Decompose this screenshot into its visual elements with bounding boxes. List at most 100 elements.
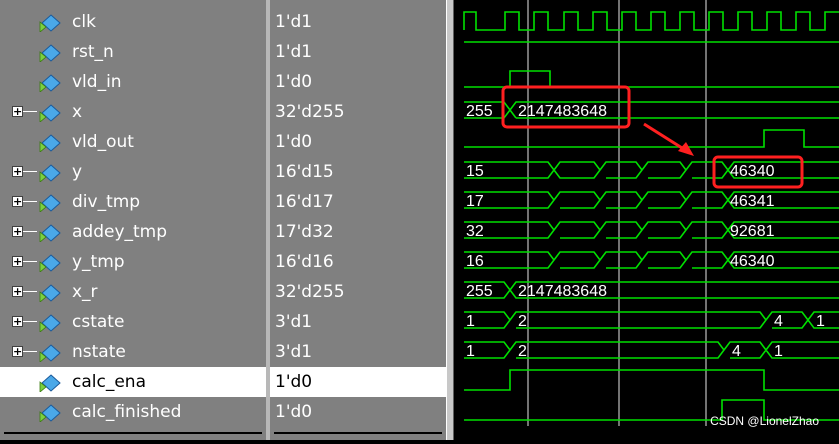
signal-value-panel: 1'd1 1'd1 1'd0 32'd255 1'd0 16'd15 16'd17 17'd3… (270, 0, 446, 440)
wave-addey_tmp (464, 221, 839, 239)
waveform-panel: 255 2147483648 15 46340 17 46341 32 9268… (454, 0, 839, 440)
signal-name: x_r (72, 282, 98, 302)
wave-label: 32 (466, 223, 484, 240)
signal-icon (38, 134, 64, 153)
signal-name-row[interactable]: calc_finished (0, 397, 266, 427)
signal-name-row[interactable]: + nstate (0, 337, 266, 367)
wave-label: 2147483648 (518, 103, 607, 120)
signal-value: 1'd1 (275, 12, 313, 32)
wave-label: 2 (518, 313, 527, 330)
signal-name: addey_tmp (72, 222, 168, 242)
wave-clk (463, 11, 839, 31)
expand-toggle-icon[interactable]: + (12, 346, 23, 357)
signal-value-row[interactable]: 16'd15 (270, 157, 446, 187)
signal-name-row[interactable]: + addey_tmp (0, 217, 266, 247)
panel-splitter-wave[interactable] (446, 0, 454, 440)
signal-value: 1'd0 (275, 372, 313, 392)
tree-connector (23, 231, 37, 232)
signal-icon (38, 44, 64, 63)
arrow-head (678, 142, 694, 156)
wave-vld_out (464, 129, 839, 148)
wave-label: 2147483648 (518, 283, 607, 300)
wave-y (464, 161, 839, 179)
signal-name-row[interactable]: vld_in (0, 67, 266, 97)
signal-icon (38, 404, 64, 423)
signal-name-row[interactable]: clk (0, 7, 266, 37)
signal-name-row[interactable]: rst_n (0, 37, 266, 67)
signal-value-row[interactable]: 32'd255 (270, 97, 446, 127)
signal-value-row[interactable]: 32'd255 (270, 277, 446, 307)
horizontal-scrollbar[interactable] (4, 432, 262, 434)
signal-value-row[interactable]: 1'd1 (270, 37, 446, 67)
wave-calc_ena (464, 369, 839, 391)
expand-toggle-icon[interactable]: + (12, 166, 23, 177)
expand-toggle-icon[interactable]: + (12, 106, 23, 117)
signal-name-row[interactable]: + div_tmp (0, 187, 266, 217)
expand-toggle-icon[interactable]: + (12, 256, 23, 267)
signal-name: calc_finished (72, 402, 182, 422)
signal-name-panel: clk rst_n vld_in + x vld_out + y + div_tmp + addey_… (0, 0, 266, 440)
signal-icon (38, 224, 64, 243)
signal-name-row[interactable]: + y (0, 157, 266, 187)
wave-label: 92681 (730, 223, 775, 240)
expand-toggle-icon[interactable]: + (12, 196, 23, 207)
signal-name: calc_ena (72, 372, 146, 392)
signal-value-row[interactable]: 1'd0 (270, 127, 446, 157)
signal-value: 32'd255 (275, 102, 345, 122)
signal-name-row[interactable]: + y_tmp (0, 247, 266, 277)
wave-label: 1 (466, 313, 475, 330)
wave-label: 16 (466, 253, 484, 270)
signal-value-row[interactable]: 1'd0 (270, 397, 446, 427)
signal-value-row[interactable]: 3'd1 (270, 337, 446, 367)
tree-connector (23, 291, 37, 292)
wave-label: 1 (774, 343, 783, 360)
signal-name-row[interactable]: + x (0, 97, 266, 127)
signal-name-row[interactable]: vld_out (0, 127, 266, 157)
wave-y_tmp (464, 251, 839, 269)
signal-value: 17'd32 (275, 222, 334, 242)
signal-value: 1'd0 (275, 402, 313, 422)
wave-label: 46341 (730, 193, 775, 210)
signal-name: div_tmp (72, 192, 141, 212)
signal-name: cstate (72, 312, 125, 332)
signal-value: 3'd1 (275, 342, 313, 362)
wave-label: 46340 (730, 163, 775, 180)
wave-label: 2 (518, 343, 527, 360)
signal-name: vld_in (72, 72, 122, 92)
signal-value-row[interactable]: 1'd0 (270, 367, 446, 397)
expand-toggle-icon[interactable]: + (12, 226, 23, 237)
tree-connector (23, 171, 37, 172)
wave-label: 46340 (730, 253, 775, 270)
signal-value-row[interactable]: 3'd1 (270, 307, 446, 337)
signal-icon (38, 374, 64, 393)
wave-label: 255 (466, 283, 493, 300)
expand-toggle-icon[interactable]: + (12, 286, 23, 297)
signal-name: nstate (72, 342, 126, 362)
signal-value-row[interactable]: 1'd0 (270, 67, 446, 97)
signal-icon (38, 14, 64, 33)
signal-icon (38, 194, 64, 213)
wave-label: 1 (466, 343, 475, 360)
signal-value: 1'd1 (275, 42, 313, 62)
tree-connector (23, 321, 37, 322)
wave-vld_in (464, 70, 839, 88)
signal-name: rst_n (72, 42, 114, 62)
signal-value-row[interactable]: 17'd32 (270, 217, 446, 247)
signal-name: y_tmp (72, 252, 125, 272)
wave-label: 15 (466, 163, 484, 180)
signal-name-row[interactable]: + x_r (0, 277, 266, 307)
wave-label: 4 (732, 343, 741, 360)
signal-icon (38, 104, 64, 123)
signal-value-row[interactable]: 16'd17 (270, 187, 446, 217)
tree-connector (23, 111, 37, 112)
signal-value-row[interactable]: 1'd1 (270, 7, 446, 37)
expand-toggle-icon[interactable]: + (12, 316, 23, 327)
waveform-canvas: 255 2147483648 15 46340 17 46341 32 9268… (463, 0, 839, 426)
signal-value: 1'd0 (275, 132, 313, 152)
signal-name-row[interactable]: calc_ena (0, 367, 266, 397)
signal-icon (38, 74, 64, 93)
horizontal-scrollbar[interactable] (274, 432, 442, 434)
wave-div_tmp (464, 191, 839, 209)
signal-value-row[interactable]: 16'd16 (270, 247, 446, 277)
signal-name-row[interactable]: + cstate (0, 307, 266, 337)
